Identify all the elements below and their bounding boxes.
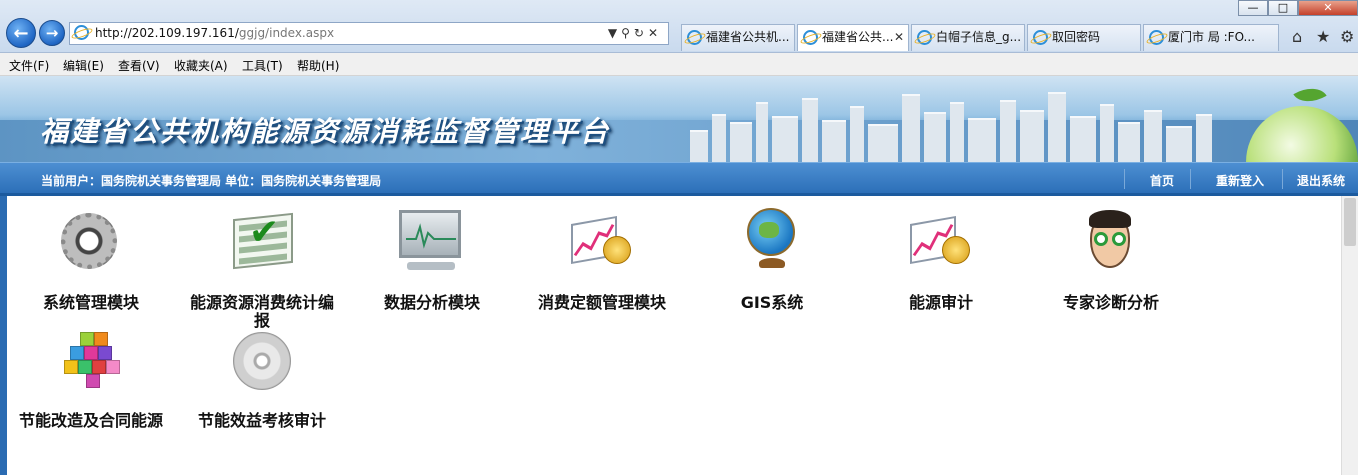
tab-3[interactable]: 白帽子信息_g... — [911, 24, 1025, 51]
module-label: 节能效益考核审计 — [197, 411, 326, 430]
close-icon[interactable]: ✕ — [648, 26, 662, 40]
gear-icon[interactable] — [56, 208, 126, 274]
globe-icon[interactable] — [737, 208, 807, 274]
user-bar: 当前用户：国务院机关事务管理局 单位：国务院机关事务管理局 首页 重新登入 退出… — [0, 162, 1358, 196]
search-icon[interactable]: ⚲ — [621, 26, 634, 40]
green-globe-logo — [1246, 80, 1358, 162]
ie-icon — [687, 30, 702, 45]
leaf-icon — [1293, 80, 1327, 110]
minimize-button[interactable]: — — [1238, 0, 1268, 16]
divider — [1282, 169, 1283, 189]
favorites-icon[interactable]: ★ — [1316, 27, 1330, 46]
banner-title: 福建省公共机构能源资源消耗监督管理平台 — [40, 115, 611, 148]
forward-button[interactable]: → — [39, 20, 65, 46]
cd-icon[interactable] — [227, 330, 297, 396]
menu-file[interactable]: 文件(F) — [9, 57, 49, 74]
module-benefit-assessment[interactable]: 节能效益考核审计 — [187, 330, 337, 430]
module-label: 专家诊断分析 — [1062, 293, 1159, 312]
menu-favorites[interactable]: 收藏夹(A) — [174, 57, 228, 74]
banner-city-skyline — [690, 92, 1250, 162]
module-system-management[interactable]: 系统管理模块 — [16, 208, 166, 312]
checklist-icon[interactable]: ✔ — [227, 208, 297, 274]
tab-close-icon[interactable]: ✕ — [894, 25, 904, 50]
monitor-icon[interactable] — [397, 208, 467, 274]
module-energy-statistics[interactable]: ✔ 能源资源消费统计编报 — [187, 208, 337, 330]
back-button[interactable]: ← — [6, 18, 36, 48]
scrollbar-thumb[interactable] — [1344, 198, 1356, 246]
address-url[interactable]: http://202.109.197.161/ggjg/index.aspx — [95, 23, 334, 44]
address-tools[interactable]: ▼⚲↻✕ — [608, 23, 662, 44]
vertical-scrollbar[interactable] — [1341, 196, 1358, 475]
settings-icon[interactable]: ⚙ — [1340, 27, 1354, 46]
shield-icon[interactable]: ▼ — [608, 26, 621, 40]
home-link[interactable]: 首页 — [1150, 172, 1174, 189]
module-label: 消费定额管理模块 — [537, 293, 666, 312]
window-controls: — □ ✕ — [1238, 0, 1358, 18]
current-user-info: 当前用户：国务院机关事务管理局 单位：国务院机关事务管理局 — [41, 174, 382, 188]
module-energy-retrofit[interactable]: 节能改造及合同能源 — [16, 330, 166, 430]
menu-view[interactable]: 查看(V) — [118, 57, 160, 74]
relogin-link[interactable]: 重新登入 — [1216, 172, 1264, 189]
module-expert-diagnosis[interactable]: 专家诊断分析 — [1036, 208, 1186, 312]
module-label: 系统管理模块 — [42, 293, 139, 312]
chart-coins-icon[interactable] — [567, 208, 637, 274]
divider — [1124, 169, 1125, 189]
menu-edit[interactable]: 编辑(E) — [63, 57, 104, 74]
module-label: 节能改造及合同能源 — [18, 411, 163, 430]
divider — [1190, 169, 1191, 189]
module-label: GIS系统 — [740, 293, 804, 312]
chart-coins-icon[interactable] — [906, 208, 976, 274]
menu-bar: 文件(F) 编辑(E) 查看(V) 收藏夹(A) 工具(T) 帮助(H) — [0, 53, 1358, 76]
module-gis[interactable]: GIS系统 — [697, 208, 847, 312]
menu-tools[interactable]: 工具(T) — [242, 57, 283, 74]
tab-1[interactable]: 福建省公共机... — [681, 24, 795, 51]
module-label: 数据分析模块 — [383, 293, 480, 312]
close-button[interactable]: ✕ — [1298, 0, 1358, 16]
ie-icon — [1149, 30, 1164, 45]
page-banner: 福建省公共机构能源资源消耗监督管理平台 — [0, 76, 1358, 162]
ie-icon — [74, 25, 89, 40]
address-bar[interactable]: http://202.109.197.161/ggjg/index.aspx ▼… — [69, 22, 669, 45]
expert-icon[interactable] — [1076, 208, 1146, 274]
module-data-analysis[interactable]: 数据分析模块 — [357, 208, 507, 312]
maximize-button[interactable]: □ — [1268, 0, 1298, 16]
ie-icon — [1033, 30, 1048, 45]
module-label: 能源审计 — [908, 293, 973, 312]
browser-chrome: ← → http://202.109.197.161/ggjg/index.as… — [0, 0, 1358, 53]
ie-icon — [917, 30, 932, 45]
home-icon[interactable]: ⌂ — [1292, 27, 1302, 46]
module-energy-audit[interactable]: 能源审计 — [866, 208, 1016, 312]
tab-2[interactable]: 福建省公共... ✕ — [797, 24, 909, 51]
refresh-icon[interactable]: ↻ — [634, 26, 648, 40]
module-consumption-quota[interactable]: 消费定额管理模块 — [527, 208, 677, 312]
menu-help[interactable]: 帮助(H) — [297, 57, 339, 74]
tab-4[interactable]: 取回密码 — [1027, 24, 1141, 51]
ie-icon — [803, 30, 818, 45]
logout-link[interactable]: 退出系统 — [1297, 172, 1345, 189]
module-label: 能源资源消费统计编报 — [189, 293, 334, 330]
cubes-icon[interactable] — [56, 330, 126, 396]
tab-5[interactable]: 厦门市 局 :FO... — [1143, 24, 1279, 51]
